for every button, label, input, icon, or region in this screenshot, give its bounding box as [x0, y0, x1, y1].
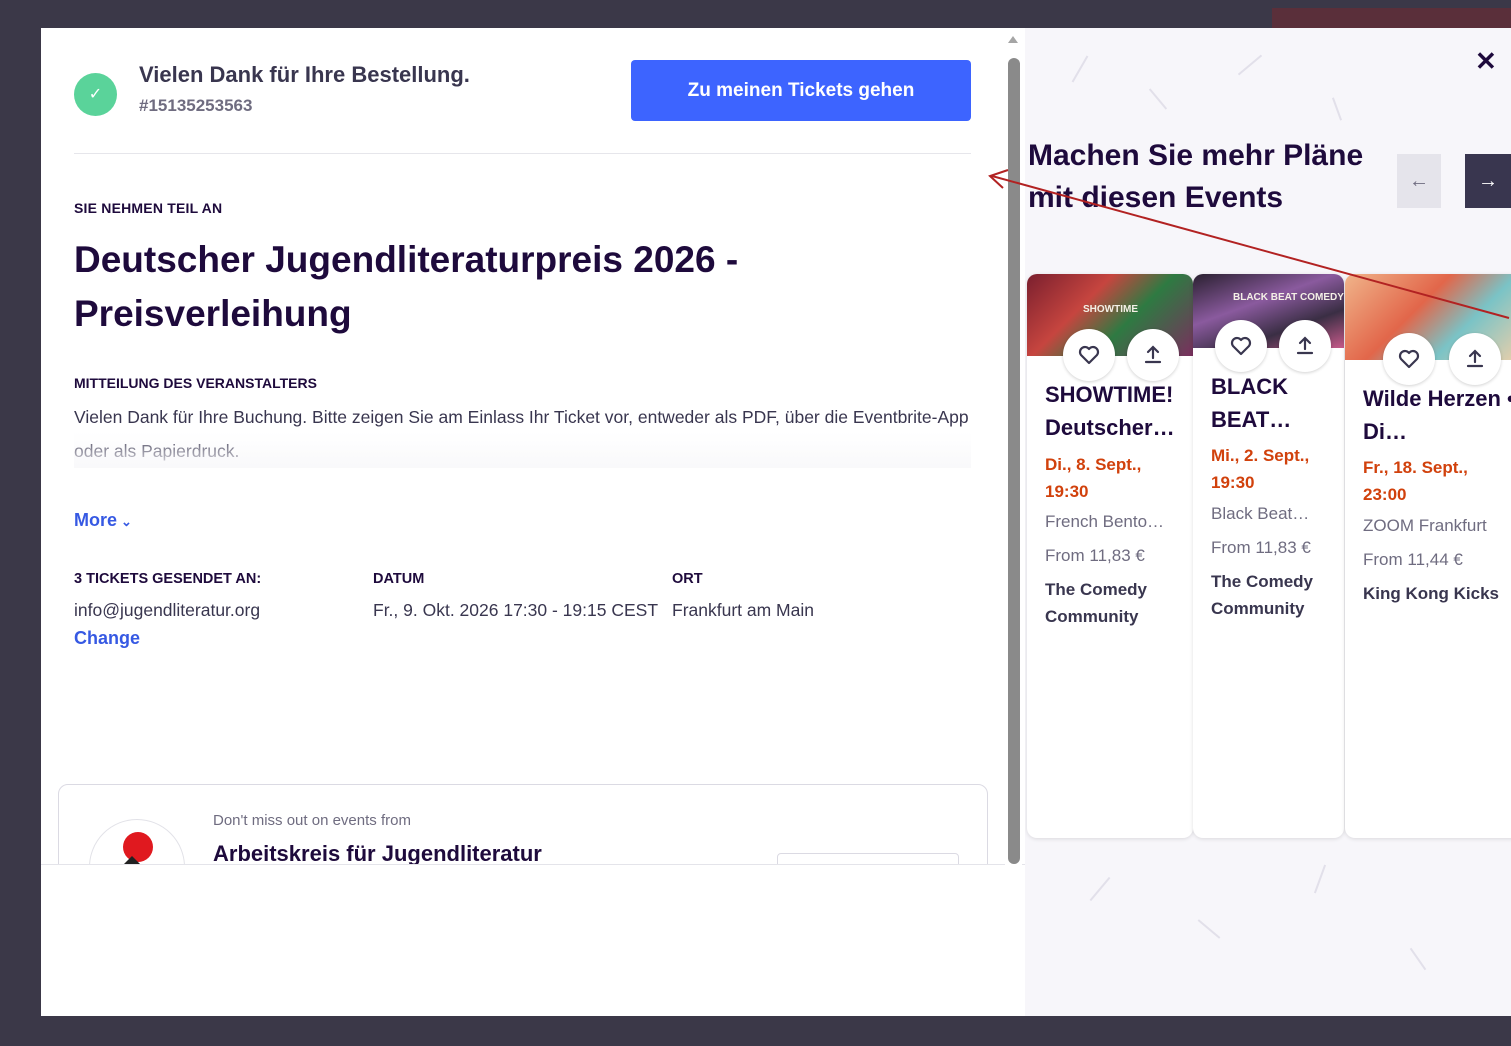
event-card[interactable]: SHOWTIME SHOWTIME! Deutscher… Di., 8. Se… [1027, 274, 1193, 838]
recommendations-panel: ✕ Machen Sie mehr Pläne mit diesen Event… [1025, 28, 1511, 1016]
thanks-message: Vielen Dank für Ihre Bestellung. [139, 62, 470, 87]
sent-to-email: info@jugendliteratur.org [74, 600, 261, 620]
close-icon[interactable]: ✕ [1475, 46, 1497, 77]
decor-stroke [1313, 864, 1327, 894]
decor-stroke [1331, 97, 1343, 121]
event-title: Deutscher Jugendliteraturpreis 2026 - Pr… [74, 239, 739, 334]
scroll-up-arrow-icon[interactable] [1008, 36, 1018, 43]
event-card[interactable]: BLACK BEAT COMEDY BLACK BEAT… Mi., 2. Se… [1193, 274, 1344, 838]
event-card-date: Mi., 2. Sept., 19:30 [1211, 446, 1310, 492]
share-icon[interactable] [1127, 329, 1179, 381]
event-card-price: From 11,83 € [1045, 546, 1145, 565]
order-confirmation-panel: ✓ Vielen Dank für Ihre Bestellung. #1513… [41, 28, 1025, 1016]
arrow-left-icon[interactable]: ← [1397, 154, 1441, 208]
footer-area [41, 864, 1025, 1016]
attending-label: SIE NEHMEN TEIL AN [74, 200, 223, 216]
event-image-text: SHOWTIME [1083, 304, 1138, 315]
event-card[interactable]: Wilde Herzen • Di… Fr., 18. Sept., 23:00… [1345, 274, 1511, 838]
event-card-price: From 11,83 € [1211, 538, 1311, 557]
share-icon[interactable] [1449, 333, 1501, 385]
event-card-venue: ZOOM Frankfurt [1363, 516, 1487, 535]
heart-icon[interactable] [1383, 333, 1435, 385]
chevron-down-icon: ⌄ [121, 514, 132, 529]
heart-icon[interactable] [1063, 329, 1115, 381]
background-banner-block [1272, 8, 1511, 30]
event-card-venue: Black Beat… [1211, 504, 1310, 523]
decor-stroke [1197, 919, 1221, 939]
event-card-price: From 11,44 € [1363, 550, 1463, 569]
sent-to-label: 3 TICKETS GESENDET AN: [74, 571, 262, 587]
event-image-text: BLACK BEAT COMEDY [1233, 292, 1344, 303]
event-card-organizer[interactable]: The Comedy Community [1211, 568, 1341, 622]
more-link[interactable]: More ⌄ [74, 510, 132, 531]
decor-stroke [1409, 947, 1427, 971]
follow-button[interactable] [777, 853, 959, 864]
change-email-link[interactable]: Change [74, 628, 140, 649]
organizer-message-label: MITTEILUNG DES VERANSTALTERS [74, 375, 317, 391]
event-location: Frankfurt am Main [672, 600, 814, 620]
location-label: ORT [672, 571, 703, 587]
divider [74, 153, 971, 154]
arrow-right-icon[interactable]: → [1465, 154, 1511, 208]
vertical-scrollbar[interactable] [1005, 28, 1022, 1016]
decor-stroke [1071, 55, 1089, 83]
event-card-title[interactable]: Wilde Herzen • Di… [1363, 382, 1511, 448]
event-card-date: Fr., 18. Sept., 23:00 [1363, 458, 1468, 504]
recommendations-heading: Machen Sie mehr Pläne mit diesen Events [1028, 139, 1364, 214]
check-icon: ✓ [74, 73, 117, 116]
logo-shape [110, 856, 154, 864]
event-card-venue: French Bento… [1045, 512, 1165, 531]
event-card-organizer[interactable]: The Comedy Community [1045, 576, 1185, 630]
organizer-avatar[interactable] [89, 819, 185, 864]
event-card-title[interactable]: SHOWTIME! Deutscher… [1045, 378, 1193, 444]
decor-stroke [1237, 54, 1263, 76]
confirmation-scroll-area[interactable]: ✓ Vielen Dank für Ihre Bestellung. #1513… [41, 28, 1025, 864]
event-date: Fr., 9. Okt. 2026 17:30 - 19:15 CEST [373, 600, 659, 620]
decor-stroke [1148, 88, 1168, 110]
decor-stroke [1089, 876, 1111, 902]
event-card-date: Di., 8. Sept., 19:30 [1045, 455, 1142, 501]
date-label: DATUM [373, 571, 425, 587]
organizer-name[interactable]: Arbeitskreis für Jugendliteratur [213, 841, 542, 864]
go-to-tickets-button[interactable]: Zu meinen Tickets gehen [631, 60, 971, 121]
heart-icon[interactable] [1215, 320, 1267, 372]
event-card-title[interactable]: BLACK BEAT… [1211, 370, 1331, 436]
more-link-label: More [74, 510, 118, 530]
message-fade [74, 432, 971, 468]
scrollbar-thumb[interactable] [1008, 58, 1020, 864]
organizer-card: Don't miss out on events from Arbeitskre… [58, 784, 988, 864]
event-card-organizer[interactable]: King Kong Kicks [1363, 580, 1499, 607]
order-number: #15135253563 [139, 96, 253, 115]
share-icon[interactable] [1279, 320, 1331, 372]
dont-miss-text: Don't miss out on events from [213, 812, 411, 829]
